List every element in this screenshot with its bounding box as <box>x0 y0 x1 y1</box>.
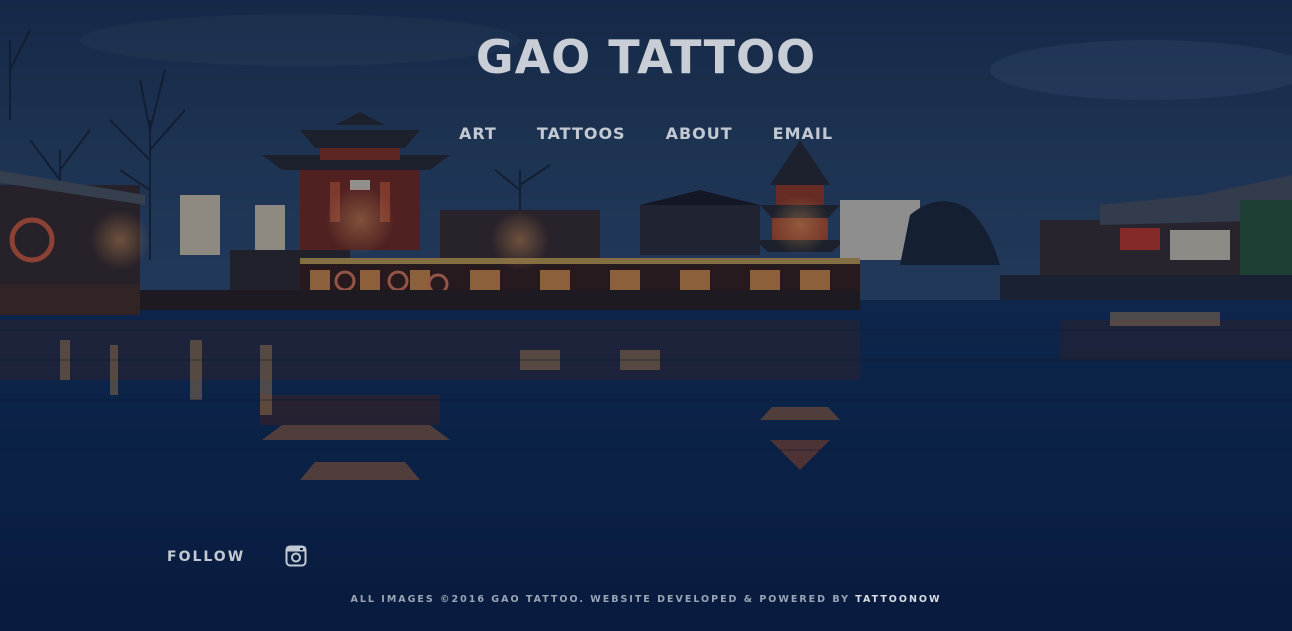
main-nav: ART TATTOOS ABOUT EMAIL <box>0 124 1292 143</box>
nav-item-email[interactable]: EMAIL <box>773 124 833 143</box>
footer-tattoonow-link[interactable]: TATTOONOW <box>855 594 941 605</box>
footer: ALL IMAGES ©2016 GAO TATTOO. WEBSITE DEV… <box>0 594 1292 605</box>
nav-item-tattoos[interactable]: TATTOOS <box>537 124 626 143</box>
site-title[interactable]: GAO TATTOO <box>0 30 1292 84</box>
footer-copyright: ALL IMAGES ©2016 GAO TATTOO. WEBSITE DEV… <box>350 594 850 605</box>
follow-label: FOLLOW <box>167 549 246 565</box>
nav-item-about[interactable]: ABOUT <box>666 124 733 143</box>
instagram-icon[interactable] <box>285 545 307 567</box>
landing-page: GAO TATTOO ART TATTOOS ABOUT EMAIL FOLLO… <box>0 0 1292 631</box>
background-image <box>0 0 1292 631</box>
nav-item-art[interactable]: ART <box>459 124 497 143</box>
